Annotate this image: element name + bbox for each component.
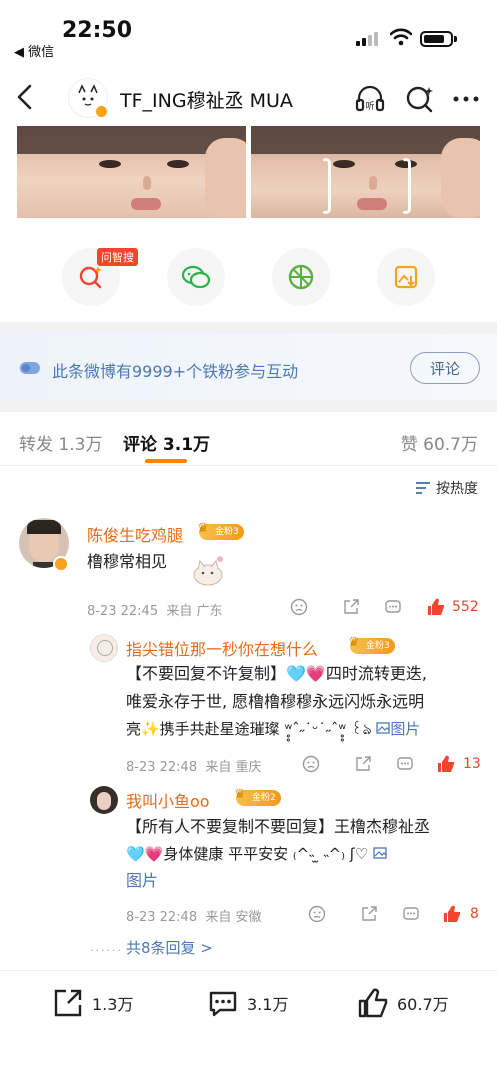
bottom-like-button[interactable]: 60.7万: [357, 987, 449, 1019]
verified-badge-icon: [94, 104, 109, 119]
fan-badge: ♛ 金粉2: [234, 787, 281, 806]
section-divider: [0, 322, 497, 334]
like-icon[interactable]: [436, 754, 456, 774]
fan-icon: [20, 362, 40, 374]
image-icon: [376, 722, 391, 734]
like-count: 552: [452, 599, 479, 615]
more-icon[interactable]: [451, 84, 481, 114]
comment-text: 橹穆常相见: [87, 552, 168, 571]
post-image-2[interactable]: [251, 126, 480, 218]
fan-badge: ♛ 金粉3: [348, 635, 395, 654]
sort-label: 按热度: [436, 481, 478, 497]
comment-time: 8-23 22:45: [87, 604, 159, 619]
page-title: TF_ING穆祉丞 MUA: [120, 90, 293, 112]
banner-text: 此条微博有9999+个铁粉参与互动: [52, 362, 299, 381]
share-icon[interactable]: [360, 905, 378, 923]
sort-button[interactable]: 按热度: [415, 478, 478, 498]
repost-icon: [54, 989, 82, 1017]
wifi-icon: [390, 28, 412, 46]
thread-dots: ······: [90, 944, 123, 957]
wechat-icon: [181, 265, 211, 289]
author-avatar[interactable]: [68, 78, 109, 119]
sort-icon: [416, 482, 430, 494]
bottom-comment-count: 3.1万: [247, 995, 289, 1014]
post-image-1[interactable]: [17, 126, 246, 218]
image-icon: [373, 847, 387, 859]
signal-icon: [356, 30, 378, 46]
emoji-react-icon[interactable]: [308, 905, 326, 923]
thumbs-up-icon: [358, 988, 388, 1018]
bottom-like-count: 60.7万: [397, 995, 449, 1014]
share-icon[interactable]: [354, 755, 372, 773]
like-count: 13: [463, 756, 481, 772]
listen-headphones-icon[interactable]: 听: [355, 84, 385, 114]
reply-text-line: 🩵💗身体健康 平平安安 ₍^˵ ̫ ˵^₎ ʃ♡: [126, 845, 369, 863]
reply-avatar[interactable]: [90, 786, 118, 814]
like-count: 8: [470, 906, 479, 922]
reply-location: 来自 重庆: [205, 760, 262, 775]
post-tabs: 转发 1.3万 评论 3.1万 赞 60.7万: [0, 412, 497, 466]
reply-icon[interactable]: [396, 755, 414, 773]
share-icon[interactable]: [342, 598, 360, 616]
reply-author-name[interactable]: 我叫小鱼oo: [126, 788, 210, 812]
verified-badge-icon: [53, 556, 69, 572]
reply-time: 8-23 22:48: [126, 910, 198, 925]
emoji-react-icon[interactable]: [290, 598, 308, 616]
crown-icon: ♛: [348, 635, 360, 650]
comment-author-name[interactable]: 陈俊生吃鸡腿: [87, 522, 183, 546]
tab-like[interactable]: 赞 60.7万: [401, 430, 478, 455]
save-image-icon: [394, 265, 418, 289]
reply-icon[interactable]: [384, 598, 402, 616]
back-to-app-link[interactable]: ◀ 微信: [14, 41, 54, 60]
fan-badge: ♛ 金粉3: [197, 521, 244, 540]
comment-icon: [209, 991, 237, 1017]
image-link-text[interactable]: 图片: [126, 868, 158, 894]
section-divider: [0, 400, 497, 412]
like-icon[interactable]: [442, 904, 462, 924]
reply-time: 8-23 22:48: [126, 760, 198, 775]
save-image-button[interactable]: [377, 248, 435, 306]
reply-text-line: 唯爱永存于世, 愿橹橹穆穆永远闪烁永远明: [126, 692, 425, 711]
moments-share-button[interactable]: [272, 248, 330, 306]
reply-text-line: 【不要回复不许复制】🩵💗四时流转更迭,: [126, 664, 427, 683]
reply-avatar[interactable]: [90, 634, 118, 662]
tab-repost[interactable]: 转发 1.3万: [19, 430, 102, 455]
battery-icon: [420, 31, 457, 47]
fan-interaction-banner: 此条微博有9999+个铁粉参与互动 评论: [0, 334, 497, 400]
crown-icon: ♛: [234, 787, 246, 802]
cat-sticker-icon: [193, 556, 223, 586]
reply-author-name[interactable]: 指尖错位那一秒你在想什么: [126, 636, 318, 660]
ai-search-icon[interactable]: [405, 84, 435, 114]
status-bar: 22:50 ◀ 微信: [0, 0, 497, 70]
emoji-react-icon[interactable]: [302, 755, 320, 773]
image-link[interactable]: 图片: [376, 720, 420, 738]
tab-comment[interactable]: 评论 3.1万: [123, 430, 210, 455]
crown-icon: ♛: [197, 521, 209, 536]
reply-text-line: 亮✨携手共赴星途璀璨 ʷ̥̥ˆ˶˙ᵕ˙˶ˆʷ̥̥ ꒰ঌ: [126, 720, 372, 738]
reply-icon[interactable]: [402, 905, 420, 923]
bottom-action-bar: 1.3万 3.1万 60.7万: [0, 970, 497, 1080]
bottom-repost-count: 1.3万: [92, 995, 134, 1014]
like-icon[interactable]: [426, 597, 446, 617]
ai-tag: 问智搜: [97, 248, 138, 266]
more-replies-link[interactable]: 共8条回复 >: [126, 935, 213, 961]
top-nav: TF_ING穆祉丞 MUA 听: [0, 70, 497, 126]
comment-location: 来自 广东: [166, 604, 223, 619]
reply-text-line: 【所有人不要复制不要回复】王橹杰穆祉丞: [126, 817, 431, 836]
image-link[interactable]: [373, 845, 387, 863]
listen-label: 听: [365, 101, 374, 112]
banner-comment-button[interactable]: 评论: [410, 352, 480, 384]
wechat-share-button[interactable]: [167, 248, 225, 306]
reply-location: 来自 安徽: [205, 910, 262, 925]
back-arrow-icon[interactable]: [12, 82, 40, 112]
active-tab-indicator: [145, 459, 187, 463]
bottom-comment-button[interactable]: 3.1万: [207, 987, 288, 1019]
status-time: 22:50: [62, 18, 133, 43]
ai-search-icon: [79, 266, 102, 289]
moments-icon: [288, 264, 314, 290]
bottom-repost-button[interactable]: 1.3万: [52, 987, 133, 1019]
